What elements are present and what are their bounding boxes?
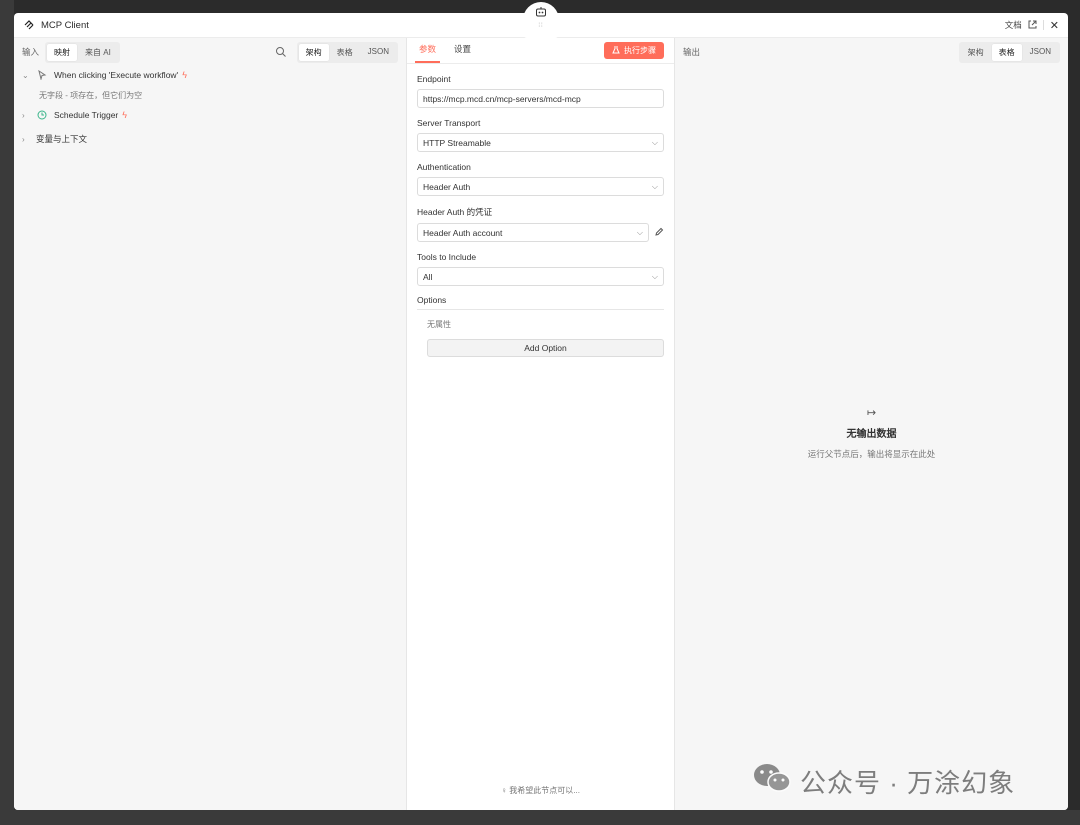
drag-handle-icon[interactable]: ⁞⁞ bbox=[538, 23, 543, 29]
tree-item-label: 变量与上下文 bbox=[36, 134, 88, 144]
tab-from-ai[interactable]: 来自 AI bbox=[78, 44, 118, 61]
transport-select[interactable]: HTTP Streamable ⌵ bbox=[417, 133, 664, 152]
no-properties-text: 无属性 bbox=[427, 320, 451, 329]
chevron-down-icon[interactable]: ⌄ bbox=[22, 71, 32, 80]
backdrop bbox=[0, 810, 1080, 825]
tools-select[interactable]: All ⌵ bbox=[417, 267, 664, 286]
empty-output-state: ↦ 无输出数据 运行父节点后，输出将显示在此处 bbox=[675, 406, 1068, 460]
bolt-icon: ϟ bbox=[182, 70, 187, 80]
input-panel: 输入 映射 来自 AI 架构 表格 JSON ⌄ When clicking '… bbox=[14, 38, 407, 810]
endpoint-input[interactable]: https://mcp.mcd.cn/mcp-servers/mcd-mcp bbox=[417, 89, 664, 108]
credential-value: Header Auth account bbox=[423, 227, 503, 238]
empty-output-title: 无输出数据 bbox=[846, 429, 897, 440]
chevron-down-icon: ⌵ bbox=[651, 137, 658, 147]
bolt-icon: ϟ bbox=[122, 110, 128, 120]
credential-select[interactable]: Header Auth account ⌵ bbox=[417, 223, 649, 242]
authentication-value: Header Auth bbox=[423, 181, 471, 192]
options-label: Options bbox=[417, 295, 664, 310]
chevron-down-icon: ⌵ bbox=[651, 181, 658, 191]
pencil-icon[interactable] bbox=[654, 227, 664, 239]
wechat-icon bbox=[752, 762, 792, 801]
ai-hint-link[interactable]: ♀ 我希望此节点可以... bbox=[407, 785, 674, 796]
arrow-right-icon: ↦ bbox=[866, 407, 877, 419]
mcp-logo-icon bbox=[23, 19, 35, 31]
credential-label: Header Auth 的凭证 bbox=[417, 207, 493, 217]
chevron-right-icon[interactable]: › bbox=[22, 135, 32, 144]
chevron-right-icon[interactable]: › bbox=[22, 111, 32, 120]
tab-schema[interactable]: 架构 bbox=[961, 44, 991, 61]
input-label: 输入 bbox=[22, 47, 40, 57]
empty-output-subtitle: 运行父节点后，输出将显示在此处 bbox=[807, 449, 936, 459]
tree-item-label: Schedule Trigger bbox=[54, 110, 119, 120]
docs-link[interactable]: 文档 bbox=[1005, 19, 1022, 31]
output-view-tabs: 架构 表格 JSON bbox=[958, 41, 1060, 63]
ai-hint-label: 我希望此节点可以... bbox=[509, 786, 580, 795]
watermark: 公众号 · 万涂幻象 bbox=[752, 762, 1015, 801]
external-link-icon[interactable] bbox=[1028, 20, 1037, 31]
ai-assistant-tab[interactable]: ⁞⁞ bbox=[523, 2, 559, 38]
output-panel: 输出 架构 表格 JSON ↦ 无输出数据 运行父节点后，输出将显示在此处 bbox=[675, 38, 1068, 810]
tools-label: Tools to Include bbox=[417, 252, 477, 262]
authentication-select[interactable]: Header Auth ⌵ bbox=[417, 177, 664, 196]
tree-item-label: When clicking 'Execute workflow' bbox=[54, 70, 179, 80]
transport-value: HTTP Streamable bbox=[423, 137, 491, 148]
tab-json[interactable]: JSON bbox=[1023, 44, 1058, 61]
search-icon[interactable] bbox=[275, 46, 287, 58]
tree-item-manual-trigger[interactable]: ⌄ When clicking 'Execute workflow' ϟ bbox=[14, 66, 406, 84]
clock-icon bbox=[36, 109, 48, 121]
watermark-text: 公众号 · 万涂幻象 bbox=[800, 768, 1016, 798]
backdrop bbox=[0, 0, 14, 825]
chevron-down-icon: ⌵ bbox=[636, 227, 643, 237]
tab-table[interactable]: 表格 bbox=[330, 44, 360, 61]
tab-json[interactable]: JSON bbox=[361, 44, 396, 61]
close-button[interactable]: ✕ bbox=[1050, 19, 1059, 32]
tab-schema[interactable]: 架构 bbox=[298, 43, 329, 61]
tools-value: All bbox=[423, 271, 433, 282]
tab-mapping[interactable]: 映射 bbox=[47, 43, 78, 61]
tab-table[interactable]: 表格 bbox=[991, 43, 1022, 61]
flask-icon bbox=[612, 45, 620, 56]
tab-settings[interactable]: 设置 bbox=[450, 43, 475, 63]
tree-item-empty-note: 无字段 - 项存在，但它们为空 bbox=[39, 90, 143, 100]
chevron-down-icon: ⌵ bbox=[651, 271, 658, 281]
input-source-tabs: 映射 来自 AI bbox=[45, 41, 120, 63]
node-modal: MCP Client 文档 ✕ 输入 映射 来自 AI 架构 表格 JSON ⌄… bbox=[14, 13, 1068, 810]
input-view-tabs: 架构 表格 JSON bbox=[296, 41, 398, 63]
transport-label: Server Transport bbox=[417, 118, 481, 128]
parameters-panel: 参数 设置 执行步骤 Endpoint https://mcp.mcd.cn/m… bbox=[407, 38, 675, 810]
tab-parameters[interactable]: 参数 bbox=[415, 43, 441, 63]
authentication-label: Authentication bbox=[417, 162, 471, 172]
add-option-button[interactable]: Add Option bbox=[427, 339, 664, 357]
output-label: 输出 bbox=[683, 47, 701, 57]
divider bbox=[1042, 20, 1044, 30]
cursor-icon bbox=[36, 69, 48, 81]
robot-icon bbox=[535, 6, 547, 19]
execute-step-button[interactable]: 执行步骤 bbox=[604, 42, 664, 59]
tree-item-schedule-trigger[interactable]: › Schedule Trigger ϟ bbox=[14, 106, 406, 124]
endpoint-label: Endpoint bbox=[417, 74, 451, 84]
modal-title: MCP Client bbox=[41, 19, 89, 31]
execute-step-label: 执行步骤 bbox=[624, 46, 656, 55]
tree-item-variables[interactable]: › 变量与上下文 bbox=[14, 130, 406, 148]
